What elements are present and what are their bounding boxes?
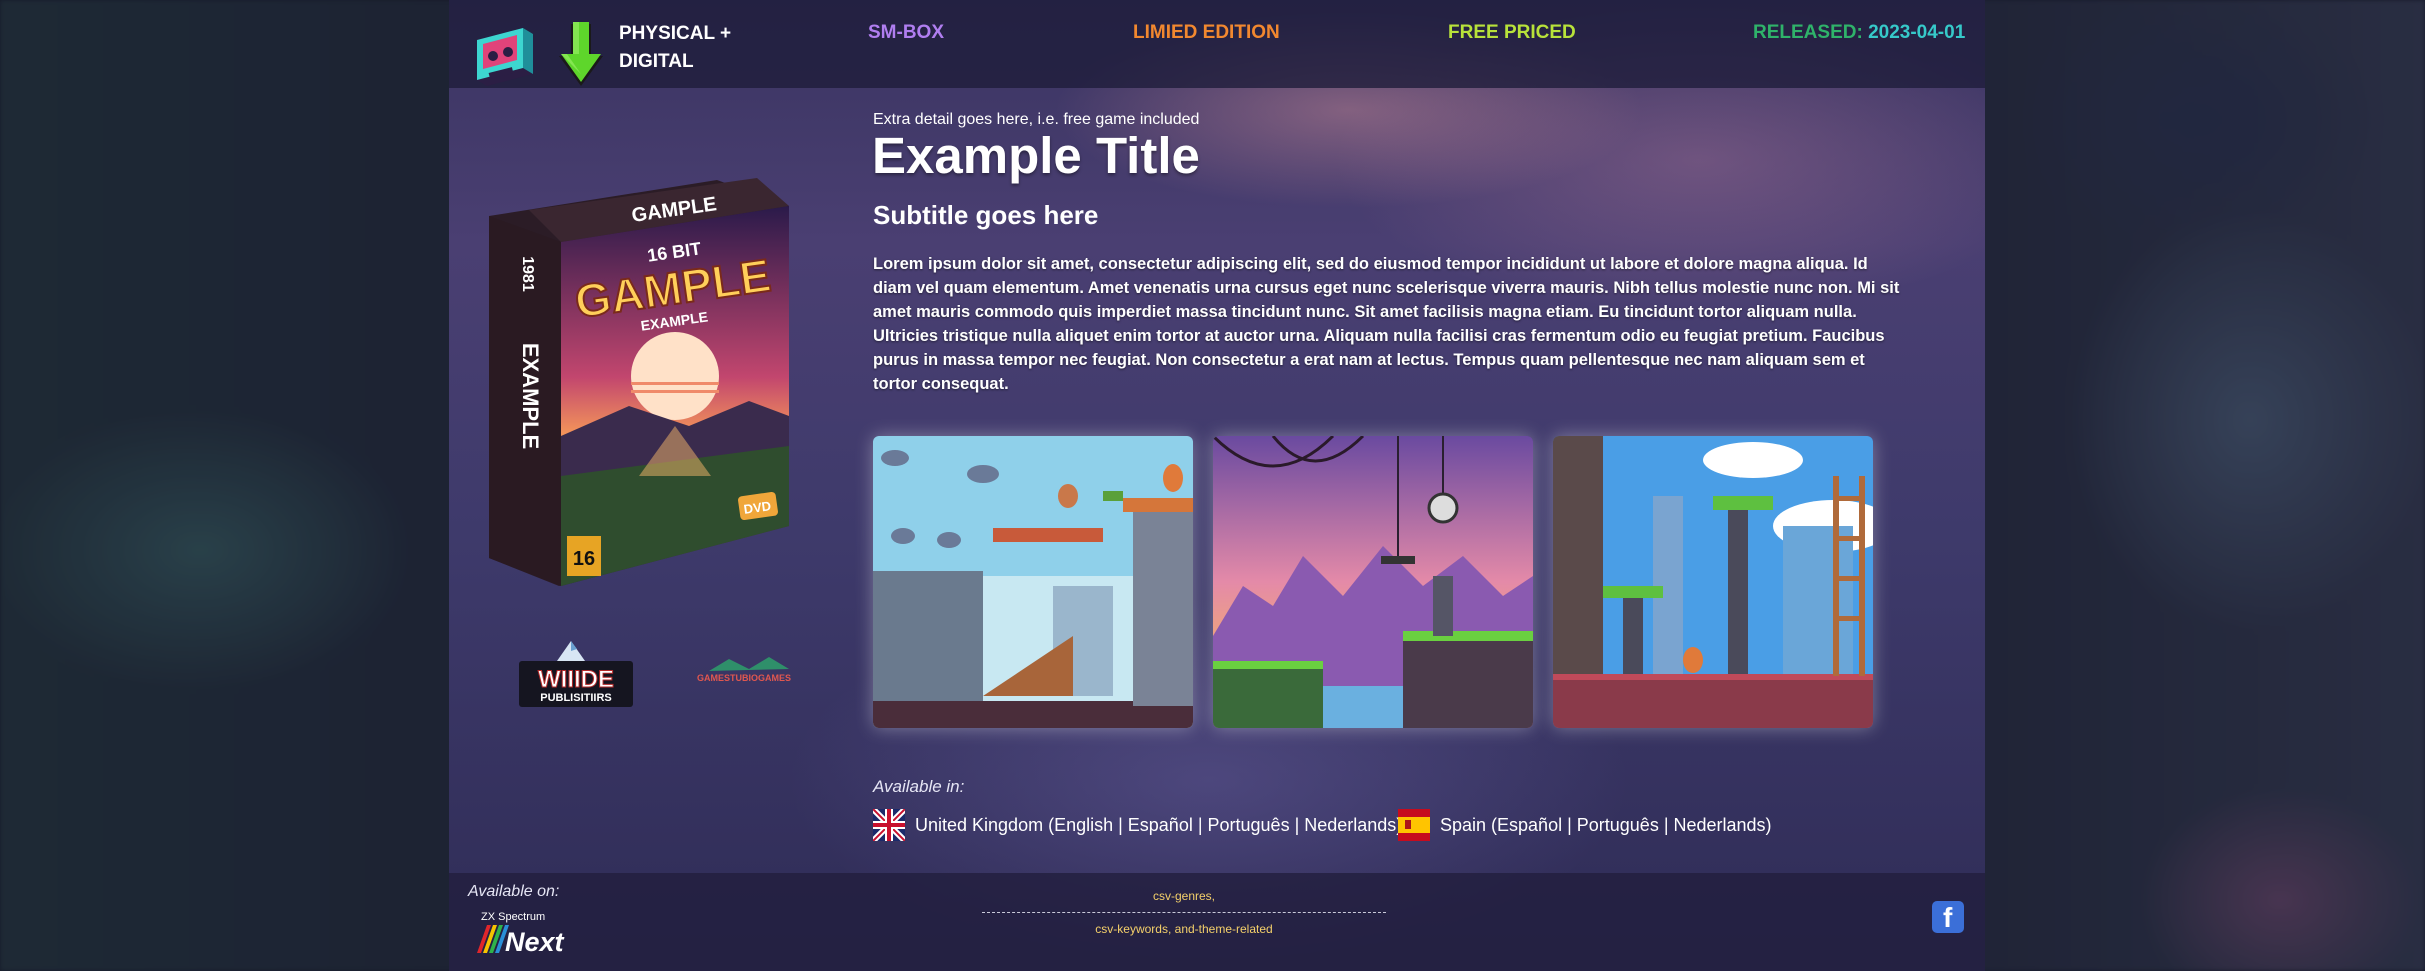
screenshot-1[interactable] [873,436,1193,728]
keywords-tags[interactable]: csv-keywords, and-theme-related [1034,922,1334,936]
cassette-icon [477,28,533,86]
publisher-logo-1: WIIIDE PUBLISITIIRS [519,641,633,707]
publisher-logo-2: GAMESTUBIOGAMES [697,657,791,683]
publisher-1-sub: PUBLISITIIRS [540,692,612,704]
zx-logo-top-text: ZX Spectrum [481,911,545,923]
screenshot-2[interactable] [1213,436,1533,728]
release-date: 2023-04-01 [1868,22,1966,43]
brand-text: PHYSICAL + DIGITAL [619,20,731,76]
description-text: Lorem ipsum dolor sit amet, consectetur … [873,255,1900,393]
tags-divider [982,912,1386,913]
region-spain: Spain (Español | Português | Nederlands) [1398,809,1772,841]
available-on-label: Available on: [468,883,560,900]
publisher-1-name: WIIIDE [538,666,614,693]
region-spain-text: Spain (Español | Português | Nederlands) [1440,814,1772,835]
brand-line-2: DIGITAL [619,51,694,72]
page-title: Example Title [872,127,1200,184]
brand-line-1: PHYSICAL + [619,23,732,44]
page-subtitle: Subtitle goes here [873,200,1099,230]
publisher-2-name: GAMESTUBIOGAMES [697,673,791,683]
release-info: RELEASED: 2023-04-01 [1753,22,1965,44]
zx-spectrum-next-logo: ZX Spectrum Next [477,911,565,955]
release-label: RELEASED: [1753,22,1863,43]
facebook-letter: f [1943,902,1953,933]
screenshot-3[interactable] [1553,436,1873,728]
uk-flag-icon [873,809,905,841]
screenshot-2-image [1213,436,1533,728]
facebook-icon[interactable]: f [1932,901,1964,933]
box-spine-year: 1981 [519,256,536,292]
genres-tags[interactable]: csv-genres, [1084,889,1284,903]
screenshot-3-image [1553,436,1873,728]
region-uk-text: United Kingdom (English | Español | Port… [915,814,1403,835]
download-arrow-icon [559,22,603,86]
screenshot-1-image [873,436,1193,728]
footer-bar: Available on: ZX Spectrum Next csv-genre… [449,873,1985,971]
product-panel: PHYSICAL + DIGITAL SM-BOX LIMIED EDITION… [449,0,1985,971]
header-bar: PHYSICAL + DIGITAL SM-BOX LIMIED EDITION… [449,0,1985,88]
available-in-label: Available in: [873,777,965,796]
spain-flag-icon [1398,809,1430,841]
platform-label: SM-BOX [868,22,944,43]
game-box-art: GAMPLE 16 BIT GAMPLE EXAMPLE EXAMPLE 198… [489,178,789,586]
price-label: FREE PRICED [1448,22,1576,43]
edition-label: LIMIED EDITION [1133,22,1280,43]
zx-logo-main-text: Next [505,927,565,955]
box-spine-text: EXAMPLE [518,343,543,449]
region-uk: United Kingdom (English | Español | Port… [873,809,1402,841]
box-age-rating: 16 [573,548,595,570]
